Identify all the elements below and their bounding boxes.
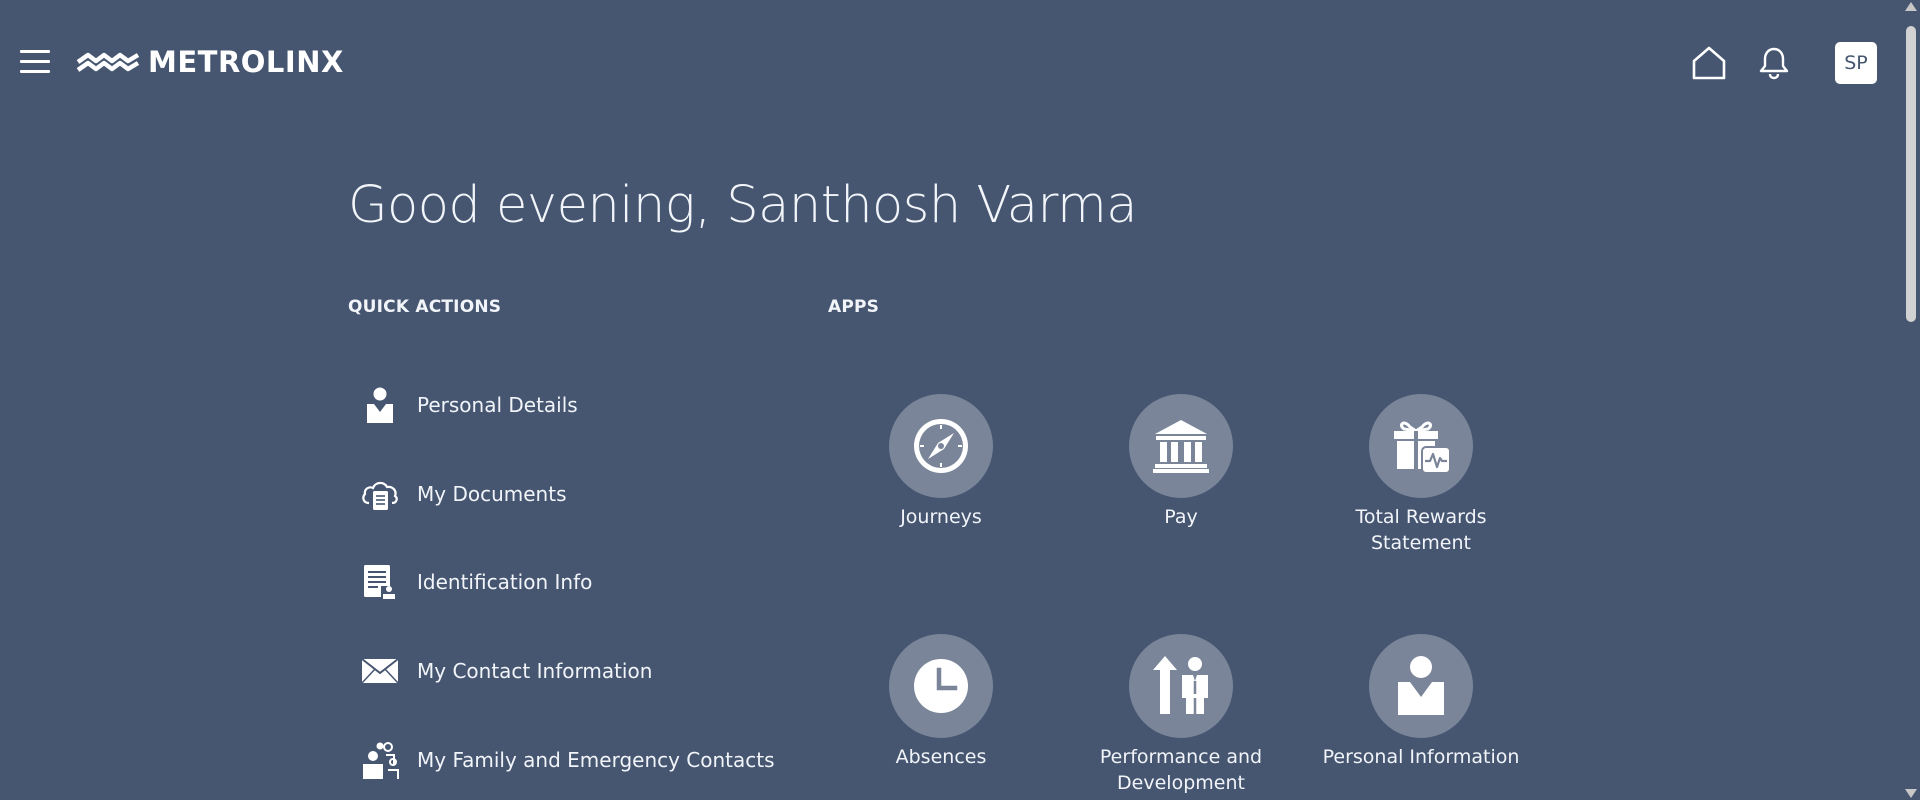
- quick-action-personal-details[interactable]: Personal Details: [360, 383, 578, 427]
- page: METROLINX SP Good evening, Santhosh Varm…: [0, 0, 1920, 800]
- app-label: Performance and Development: [1099, 746, 1263, 794]
- app-absences[interactable]: Absences: [841, 634, 1041, 770]
- app-icon-circle: [1129, 634, 1233, 738]
- app-performance-and-development[interactable]: Performance and Development: [1081, 634, 1281, 796]
- scroll-down-arrow-icon[interactable]: [1905, 789, 1917, 798]
- user-avatar[interactable]: SP: [1835, 42, 1877, 84]
- quick-action-my-contact-information[interactable]: My Contact Information: [360, 649, 652, 693]
- app-journeys[interactable]: Journeys: [841, 394, 1041, 530]
- notifications-bell-icon[interactable]: [1758, 46, 1790, 80]
- id-document-icon: [360, 562, 400, 602]
- clock-icon: [914, 659, 968, 713]
- bank-icon: [1153, 420, 1209, 473]
- quick-actions-title: QUICK ACTIONS: [348, 297, 502, 317]
- app-personal-information[interactable]: Personal Information: [1321, 634, 1521, 770]
- person-icon: [1398, 656, 1444, 715]
- gift-icon: [1394, 421, 1451, 474]
- quick-action-label: Identification Info: [417, 570, 593, 594]
- apps-title: APPS: [828, 297, 880, 317]
- quick-action-my-documents[interactable]: My Documents: [360, 472, 566, 516]
- app-pay[interactable]: Pay: [1081, 394, 1281, 530]
- metrolinx-logo[interactable]: METROLINX: [76, 44, 344, 80]
- home-icon[interactable]: [1691, 45, 1727, 81]
- compass-icon: [914, 419, 968, 473]
- app-label: Journeys: [900, 506, 982, 528]
- cloud-document-icon: [360, 474, 400, 514]
- growth-icon: [1153, 656, 1208, 714]
- quick-action-label: My Family and Emergency Contacts: [417, 748, 775, 772]
- logo-text: METROLINX: [148, 45, 344, 79]
- app-label: Total Rewards Statement: [1355, 506, 1487, 554]
- greeting-title: Good evening, Santhosh Varma: [348, 176, 1138, 235]
- scrollbar-thumb[interactable]: [1906, 26, 1916, 322]
- app-total-rewards-statement[interactable]: Total Rewards Statement: [1321, 394, 1521, 556]
- quick-action-identification-info[interactable]: Identification Info: [360, 560, 592, 604]
- app-label: Personal Information: [1322, 746, 1520, 768]
- app-icon-circle: [1369, 634, 1473, 738]
- quick-action-family-emergency-contacts[interactable]: My Family and Emergency Contacts: [360, 738, 775, 782]
- app-label: Pay: [1164, 506, 1198, 528]
- scroll-up-arrow-icon[interactable]: [1905, 2, 1917, 11]
- metrolinx-logo-icon: [76, 52, 140, 72]
- app-icon-circle: [889, 394, 993, 498]
- quick-action-label: Personal Details: [417, 393, 578, 417]
- menu-icon[interactable]: [20, 48, 52, 74]
- app-icon-circle: [1369, 394, 1473, 498]
- app-icon-circle: [889, 634, 993, 738]
- envelope-icon: [360, 651, 400, 691]
- person-icon: [360, 385, 400, 425]
- app-label: Absences: [895, 746, 987, 768]
- quick-action-label: My Contact Information: [417, 659, 653, 683]
- quick-action-label: My Documents: [417, 482, 567, 506]
- vertical-scrollbar[interactable]: [1900, 0, 1920, 800]
- app-icon-circle: [1129, 394, 1233, 498]
- family-icon: [360, 740, 400, 780]
